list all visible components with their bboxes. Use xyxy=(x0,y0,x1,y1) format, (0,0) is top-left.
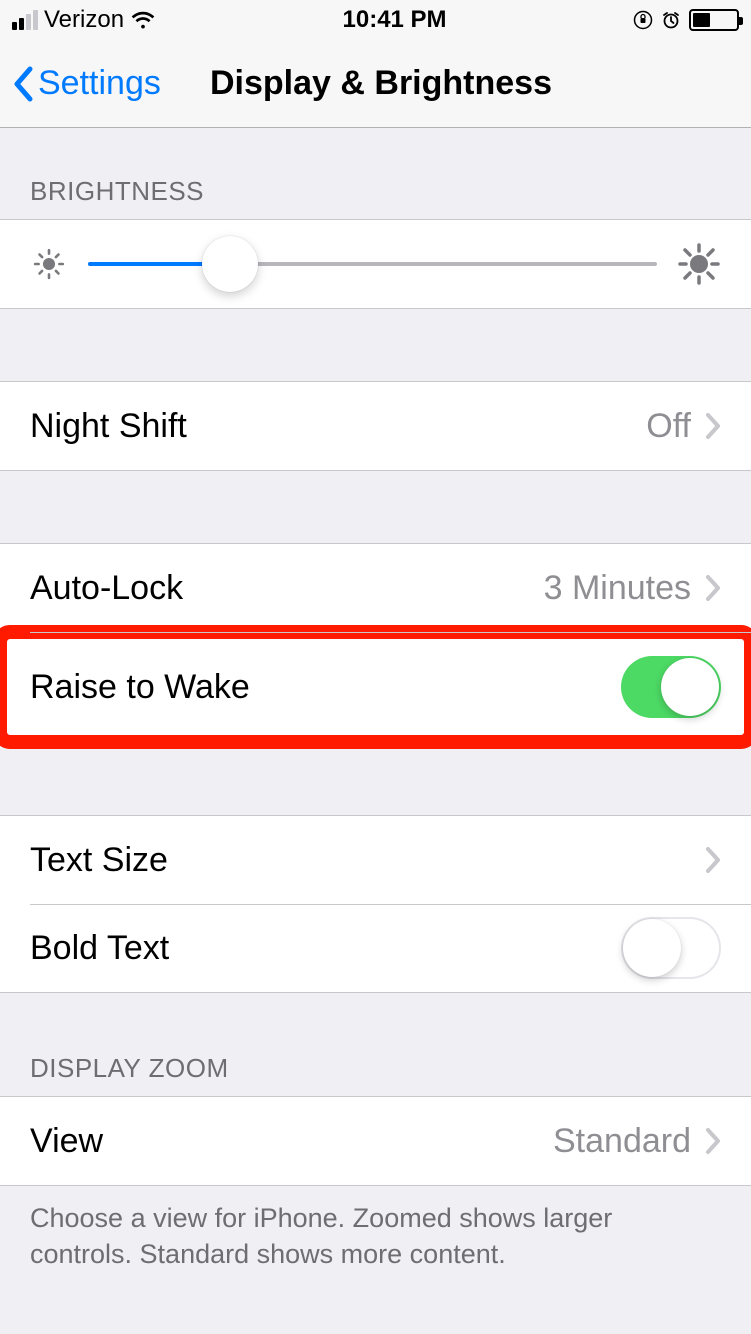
status-bar: Verizon 10:41 PM xyxy=(0,0,751,40)
rotation-lock-icon xyxy=(633,10,653,30)
row-text-size[interactable]: Text Size xyxy=(0,816,751,904)
brightness-slider-thumb[interactable] xyxy=(202,236,258,292)
group-autolock: Auto-Lock 3 Minutes Raise to Wake xyxy=(0,543,751,743)
toggle-knob xyxy=(623,919,681,977)
view-label: View xyxy=(30,1122,553,1161)
brightness-high-icon xyxy=(677,242,721,286)
back-button[interactable]: Settings xyxy=(12,64,161,103)
brightness-slider-row xyxy=(0,220,751,308)
signal-strength-icon xyxy=(12,10,38,30)
status-right xyxy=(633,9,739,31)
row-raise-to-wake[interactable]: Raise to Wake xyxy=(0,632,751,742)
chevron-right-icon xyxy=(705,1127,721,1155)
brightness-low-icon xyxy=(30,245,68,283)
view-value: Standard xyxy=(553,1122,691,1161)
battery-icon xyxy=(689,9,739,31)
chevron-right-icon xyxy=(705,846,721,874)
text-size-label: Text Size xyxy=(30,841,705,880)
night-shift-label: Night Shift xyxy=(30,407,646,446)
raise-to-wake-toggle[interactable] xyxy=(621,656,721,718)
wifi-icon xyxy=(130,10,156,30)
auto-lock-label: Auto-Lock xyxy=(30,569,544,608)
row-bold-text[interactable]: Bold Text xyxy=(0,904,751,992)
alarm-icon xyxy=(661,10,681,30)
carrier-label: Verizon xyxy=(44,6,124,34)
status-time: 10:41 PM xyxy=(343,6,447,34)
back-label: Settings xyxy=(38,64,161,103)
group-display-zoom: View Standard xyxy=(0,1096,751,1186)
row-night-shift[interactable]: Night Shift Off xyxy=(0,382,751,470)
group-brightness xyxy=(0,219,751,309)
section-header-brightness: BRIGHTNESS xyxy=(0,128,751,219)
row-auto-lock[interactable]: Auto-Lock 3 Minutes xyxy=(0,544,751,632)
bold-text-label: Bold Text xyxy=(30,929,621,968)
night-shift-value: Off xyxy=(646,407,691,446)
toggle-knob xyxy=(661,658,719,716)
auto-lock-value: 3 Minutes xyxy=(544,569,691,608)
group-text: Text Size Bold Text xyxy=(0,815,751,993)
chevron-right-icon xyxy=(705,574,721,602)
chevron-right-icon xyxy=(705,412,721,440)
group-night-shift: Night Shift Off xyxy=(0,381,751,471)
status-left: Verizon xyxy=(12,6,156,34)
brightness-slider[interactable] xyxy=(88,262,657,266)
chevron-left-icon xyxy=(12,66,34,102)
raise-to-wake-label: Raise to Wake xyxy=(30,668,621,707)
bold-text-toggle[interactable] xyxy=(621,917,721,979)
display-zoom-footer: Choose a view for iPhone. Zoomed shows l… xyxy=(0,1186,751,1285)
row-view[interactable]: View Standard xyxy=(0,1097,751,1185)
nav-bar: Settings Display & Brightness xyxy=(0,40,751,128)
section-header-display-zoom: DISPLAY ZOOM xyxy=(0,993,751,1096)
page-title: Display & Brightness xyxy=(210,64,552,103)
